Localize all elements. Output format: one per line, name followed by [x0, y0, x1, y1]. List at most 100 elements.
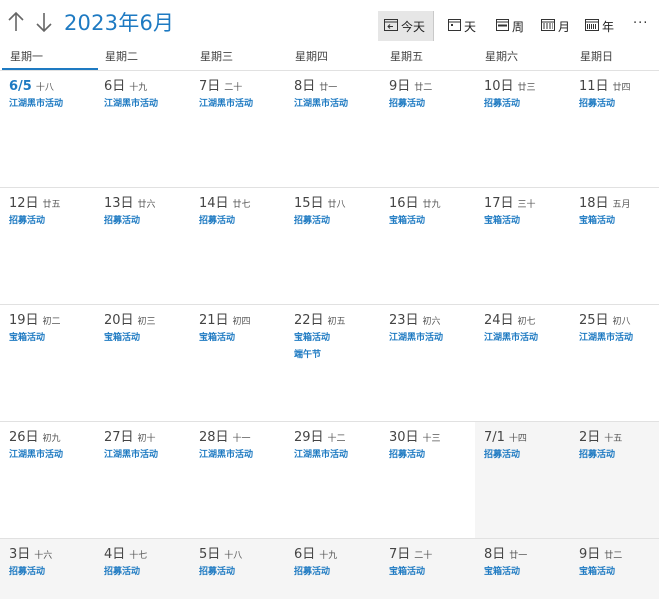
- event-list: 宝箱活动: [9, 330, 45, 347]
- calendar-event[interactable]: 江湖黑市活动: [294, 96, 348, 113]
- day-cell[interactable]: 5日 十八 招募活动: [190, 538, 285, 599]
- calendar-event[interactable]: 宝箱活动: [484, 564, 520, 581]
- calendar-event[interactable]: 招募活动: [484, 96, 520, 113]
- day-cell[interactable]: 2日 十五 招募活动: [570, 421, 659, 538]
- month-title[interactable]: 2023年6月: [64, 10, 174, 36]
- calendar-event[interactable]: 宝箱活动: [294, 330, 330, 347]
- calendar-event[interactable]: 招募活动: [579, 447, 615, 464]
- calendar-event[interactable]: 宝箱活动: [484, 213, 520, 230]
- day-cell[interactable]: 3日 十六 招募活动: [0, 538, 95, 599]
- day-cell[interactable]: 22日 初五 宝箱活动 端午节: [285, 304, 380, 421]
- day-cell[interactable]: 4日 十七 招募活动: [95, 538, 190, 599]
- day-cell[interactable]: 7日 二十 江湖黑市活动: [190, 70, 285, 187]
- day-view-button[interactable]: 天: [448, 11, 476, 41]
- calendar-event[interactable]: 宝箱活动: [389, 213, 425, 230]
- day-cell[interactable]: 14日 廿七 招募活动: [190, 187, 285, 304]
- day-cell[interactable]: 17日 三十 宝箱活动: [475, 187, 570, 304]
- calendar-event[interactable]: 江湖黑市活动: [9, 96, 63, 113]
- day-cell[interactable]: 26日 初九 江湖黑市活动: [0, 421, 95, 538]
- day-cell[interactable]: 8日 廿一 江湖黑市活动: [285, 70, 380, 187]
- day-cell[interactable]: 7/1 十四 招募活动: [475, 421, 570, 538]
- calendar-event[interactable]: 招募活动: [9, 213, 45, 230]
- lunar-date: 初七: [517, 317, 536, 327]
- day-cell[interactable]: 6日 十九 江湖黑市活动: [95, 70, 190, 187]
- calendar-event[interactable]: 江湖黑市活动: [579, 330, 633, 347]
- day-cell[interactable]: 19日 初二 宝箱活动: [0, 304, 95, 421]
- today-button[interactable]: 今天: [378, 11, 435, 41]
- calendar-event[interactable]: 宝箱活动: [389, 564, 425, 581]
- day-number: 28日: [199, 430, 229, 445]
- event-list: 宝箱活动: [579, 564, 615, 581]
- calendar-event[interactable]: 招募活动: [199, 213, 235, 230]
- day-number: 21日: [199, 313, 229, 328]
- calendar-event[interactable]: 宝箱活动: [579, 213, 615, 230]
- calendar-event[interactable]: 江湖黑市活动: [104, 447, 158, 464]
- calendar-event[interactable]: 招募活动: [9, 564, 45, 581]
- calendar-event[interactable]: 江湖黑市活动: [294, 447, 348, 464]
- day-number: 6日: [104, 79, 126, 94]
- calendar-event[interactable]: 江湖黑市活动: [9, 447, 63, 464]
- month-view-button[interactable]: 月: [541, 11, 570, 41]
- calendar-event[interactable]: 宝箱活动: [104, 330, 140, 347]
- day-cell[interactable]: 6/5 十八 江湖黑市活动: [0, 70, 95, 187]
- day-cell[interactable]: 20日 初三 宝箱活动: [95, 304, 190, 421]
- day-cell[interactable]: 18日 五月 宝箱活动: [570, 187, 659, 304]
- calendar-event[interactable]: 端午节: [294, 347, 330, 364]
- calendar-event[interactable]: 招募活动: [484, 447, 520, 464]
- day-cell[interactable]: 27日 初十 江湖黑市活动: [95, 421, 190, 538]
- day-header: 2日 十五: [579, 427, 622, 448]
- day-cell[interactable]: 10日 廿三 招募活动: [475, 70, 570, 187]
- weekday-label: 星期六: [485, 50, 518, 63]
- calendar-event[interactable]: 宝箱活动: [579, 564, 615, 581]
- calendar-event[interactable]: 江湖黑市活动: [484, 330, 538, 347]
- calendar-event[interactable]: 招募活动: [104, 213, 140, 230]
- day-cell[interactable]: 6日 十九 招募活动: [285, 538, 380, 599]
- day-cell[interactable]: 23日 初六 江湖黑市活动: [380, 304, 475, 421]
- day-cell[interactable]: 15日 廿八 招募活动: [285, 187, 380, 304]
- calendar-event[interactable]: 招募活动: [579, 96, 615, 113]
- day-cell[interactable]: 9日 廿二 招募活动: [380, 70, 475, 187]
- day-cell[interactable]: 12日 廿五 招募活动: [0, 187, 95, 304]
- day-number: 13日: [104, 196, 134, 211]
- lunar-date: 十八: [224, 551, 243, 561]
- calendar-event[interactable]: 江湖黑市活动: [104, 96, 158, 113]
- calendar-event[interactable]: 招募活动: [389, 96, 425, 113]
- day-cell[interactable]: 16日 廿九 宝箱活动: [380, 187, 475, 304]
- day-cell[interactable]: 24日 初七 江湖黑市活动: [475, 304, 570, 421]
- next-arrow-icon[interactable]: [34, 10, 54, 36]
- calendar-event[interactable]: 招募活动: [294, 213, 330, 230]
- lunar-date: 二十: [414, 551, 433, 561]
- day-header: 10日 廿三: [484, 76, 536, 97]
- day-number: 8日: [484, 547, 506, 562]
- calendar-event[interactable]: 宝箱活动: [199, 330, 235, 347]
- year-view-button[interactable]: 年: [585, 11, 614, 41]
- event-list: 江湖黑市活动: [484, 330, 538, 347]
- calendar-event[interactable]: 招募活动: [294, 564, 330, 581]
- calendar-event[interactable]: 江湖黑市活动: [389, 330, 443, 347]
- day-header: 5日 十八: [199, 544, 242, 565]
- day-cell[interactable]: 28日 十一 江湖黑市活动: [190, 421, 285, 538]
- calendar-event[interactable]: 江湖黑市活动: [199, 96, 253, 113]
- day-cell[interactable]: 21日 初四 宝箱活动: [190, 304, 285, 421]
- lunar-date: 廿七: [232, 200, 251, 210]
- day-cell[interactable]: 13日 廿六 招募活动: [95, 187, 190, 304]
- calendar-event[interactable]: 宝箱活动: [9, 330, 45, 347]
- more-options-icon[interactable]: ···: [633, 16, 648, 31]
- day-cell[interactable]: 29日 十二 江湖黑市活动: [285, 421, 380, 538]
- day-cell[interactable]: 11日 廿四 招募活动: [570, 70, 659, 187]
- calendar-event[interactable]: 江湖黑市活动: [199, 447, 253, 464]
- previous-arrow-icon[interactable]: [6, 10, 26, 36]
- calendar-event[interactable]: 招募活动: [199, 564, 235, 581]
- day-cell[interactable]: 9日 廿二 宝箱活动: [570, 538, 659, 599]
- day-number: 9日: [579, 547, 601, 562]
- day-number: 5日: [199, 547, 221, 562]
- day-cell[interactable]: 30日 十三 招募活动: [380, 421, 475, 538]
- week-view-button[interactable]: 周: [496, 11, 524, 41]
- day-cell[interactable]: 7日 二十 宝箱活动: [380, 538, 475, 599]
- day-cell[interactable]: 25日 初八 江湖黑市活动: [570, 304, 659, 421]
- day-number: 29日: [294, 430, 324, 445]
- calendar-event[interactable]: 招募活动: [104, 564, 140, 581]
- calendar-event[interactable]: 招募活动: [389, 447, 425, 464]
- day-cell[interactable]: 8日 廿一 宝箱活动: [475, 538, 570, 599]
- lunar-date: 十四: [508, 434, 527, 444]
